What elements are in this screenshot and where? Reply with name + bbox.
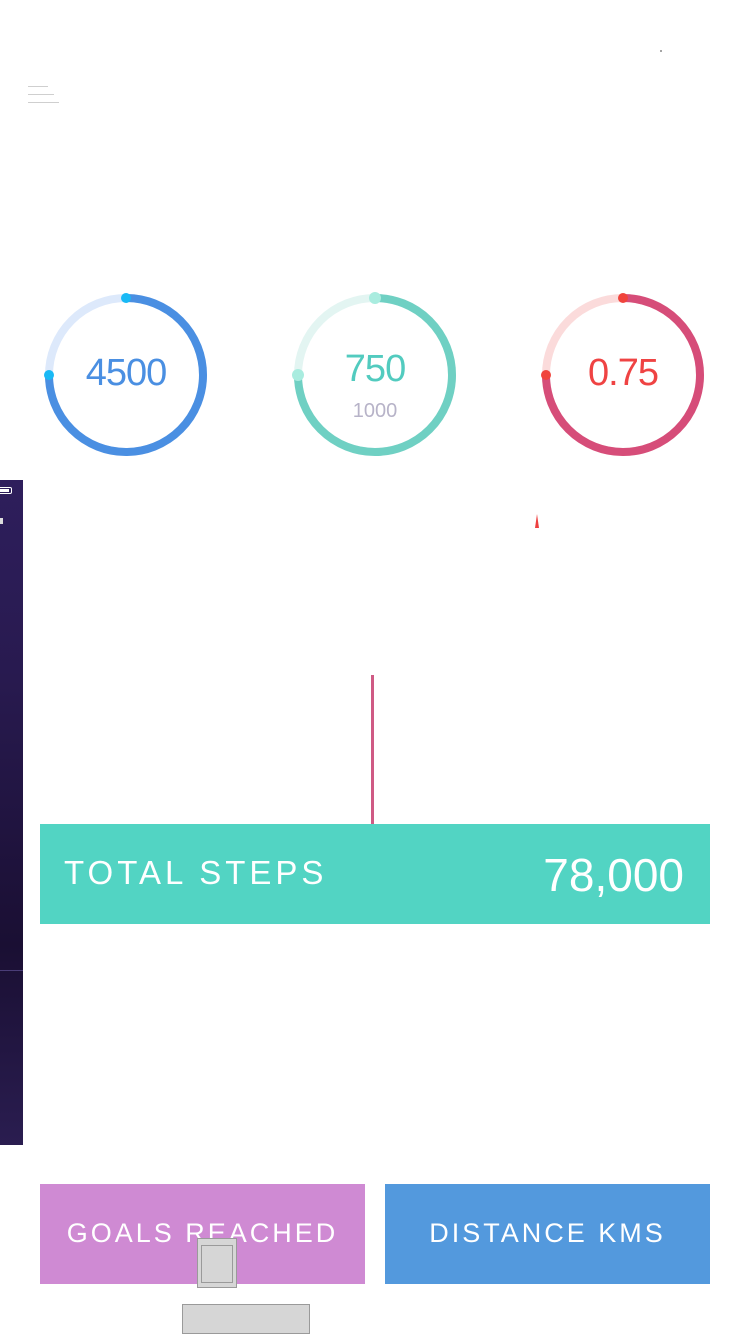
hamburger-menu-icon	[28, 86, 48, 87]
menu-line	[28, 94, 54, 95]
goal-ring-target: 1000	[352, 400, 398, 422]
placeholder-bar	[182, 1304, 310, 1334]
indicator-dot	[660, 50, 662, 52]
distance-ring-value: 0.75	[588, 352, 659, 394]
pointer-marker-icon	[535, 514, 539, 528]
distance-ring[interactable]: 0.75	[540, 292, 706, 458]
panel-divider	[0, 970, 23, 971]
signal-icon	[0, 518, 3, 524]
menu-button[interactable]	[28, 82, 62, 108]
total-steps-bar[interactable]: TOTAL STEPS 78,000	[40, 824, 710, 924]
steps-ring-value: 4500	[85, 352, 168, 394]
total-steps-value: 78,000	[543, 849, 684, 901]
goal-ring[interactable]: 750 1000	[292, 292, 458, 458]
connector-line	[371, 675, 374, 825]
total-steps-label: TOTAL STEPS	[64, 854, 328, 891]
placeholder-box	[197, 1238, 237, 1288]
goal-ring-value: 750	[344, 348, 406, 390]
side-panel	[0, 480, 23, 1145]
distance-kms-tile[interactable]: DISTANCE KMS	[385, 1184, 710, 1284]
battery-icon	[0, 487, 12, 494]
steps-ring[interactable]: 4500	[43, 292, 209, 458]
menu-line	[28, 102, 59, 103]
distance-kms-label: DISTANCE KMS	[429, 1218, 666, 1248]
